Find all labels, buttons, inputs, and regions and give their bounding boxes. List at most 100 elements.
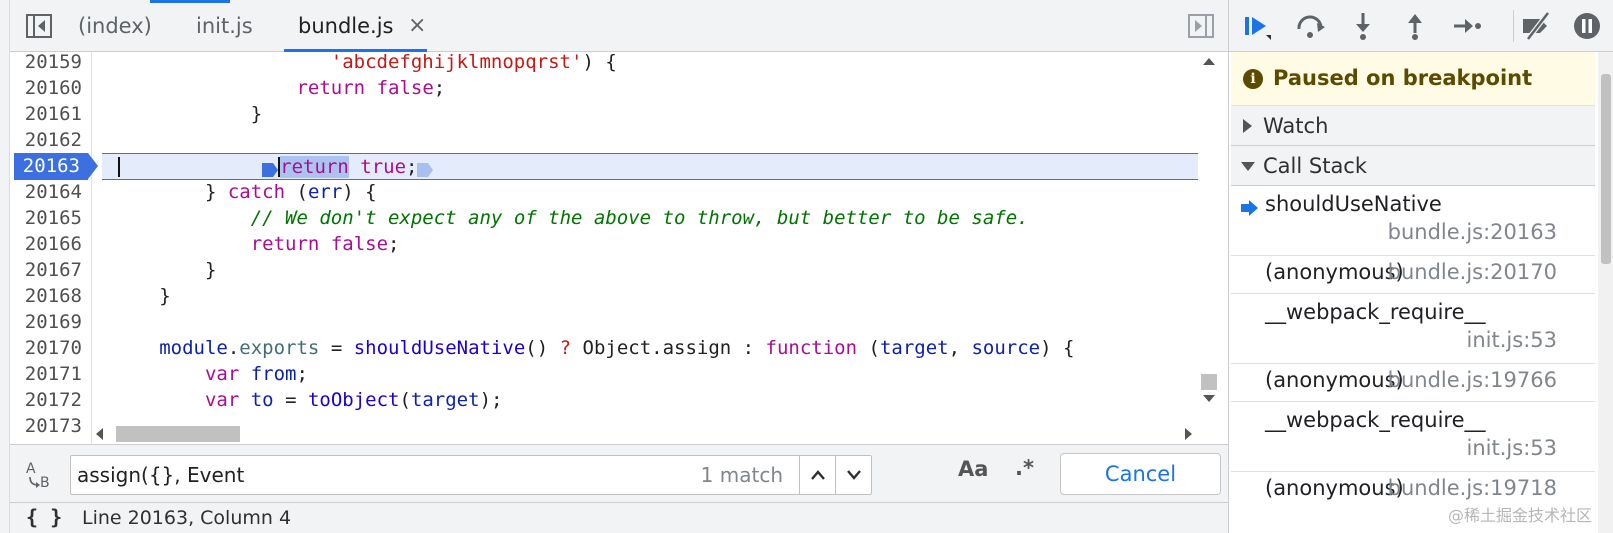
frame-function-name: (anonymous) <box>1265 368 1404 392</box>
chevron-up-icon <box>810 470 825 480</box>
scroll-up-arrow-icon[interactable] <box>1203 58 1215 65</box>
frame-location[interactable]: init.js:53 <box>1467 436 1557 460</box>
editor-horizontal-scrollbar[interactable] <box>92 424 1198 444</box>
line-number[interactable]: 20161 <box>10 101 90 128</box>
pretty-print-icon[interactable]: { } <box>26 505 62 529</box>
replace-toggle-icon[interactable]: A B <box>24 459 56 491</box>
code-text: } <box>159 285 171 307</box>
code-text: = <box>319 337 354 359</box>
code-line: } <box>102 283 1210 310</box>
line-number[interactable]: 20170 <box>10 335 90 362</box>
sidebar-scrollbar[interactable] <box>1598 52 1613 533</box>
editor-vertical-scrollbar[interactable] <box>1198 52 1220 416</box>
tab-init-js[interactable]: init.js <box>196 0 253 52</box>
call-stack-section-header[interactable]: Call Stack <box>1231 146 1595 186</box>
call-frame-current[interactable]: shouldUseNative bundle.js:20163 <box>1231 186 1595 256</box>
line-number[interactable]: 20167 <box>10 257 90 284</box>
code-line: } <box>102 257 1210 284</box>
toggle-navigator-icon[interactable] <box>24 12 54 40</box>
code-text: } <box>250 103 263 125</box>
scroll-left-arrow-icon[interactable] <box>96 428 103 440</box>
scroll-down-arrow-icon[interactable] <box>1203 395 1215 402</box>
match-count: 1 match <box>700 463 783 487</box>
code-text: , <box>948 337 972 359</box>
frame-location[interactable]: bundle.js:19718 <box>1388 476 1557 500</box>
line-number[interactable]: 20165 <box>10 205 90 232</box>
breakpoint-marker <box>88 153 98 179</box>
toggle-debugger-icon[interactable] <box>1186 12 1216 40</box>
code-line: 'abcdefghijklmnopqrst') { <box>102 52 1210 76</box>
code-text: ) { <box>342 181 377 203</box>
call-frame[interactable]: __webpack_require__ init.js:53 <box>1231 294 1595 364</box>
step-out-icon <box>1408 14 1422 40</box>
pause-on-exceptions-button[interactable] <box>1569 8 1605 44</box>
text-cursor <box>278 156 281 177</box>
code-editor[interactable]: 20159 20160 20161 20162 20163 20164 2016… <box>10 52 1228 444</box>
next-match-button[interactable] <box>835 456 871 494</box>
gutter-cursor <box>118 157 120 177</box>
horizontal-scroll-thumb[interactable] <box>116 426 240 442</box>
vertical-scroll-thumb[interactable] <box>1201 374 1217 390</box>
left-edge-strip <box>0 0 10 533</box>
frame-location[interactable]: bundle.js:20163 <box>1388 220 1557 244</box>
current-frame-arrow-icon <box>1241 200 1258 216</box>
deactivate-breakpoints-icon <box>1523 11 1550 41</box>
step-out-button[interactable] <box>1397 8 1433 44</box>
breakpoint-line-number[interactable]: 20163 <box>14 153 88 180</box>
frame-location[interactable]: bundle.js:20170 <box>1388 260 1557 284</box>
resume-button[interactable] <box>1239 8 1275 44</box>
call-frame[interactable]: (anonymous) bundle.js:19766 <box>1231 364 1595 402</box>
call-frame[interactable]: (anonymous) bundle.js:20170 <box>1231 256 1595 294</box>
code-function: shouldUseNative <box>353 337 526 359</box>
code-text: ) { <box>582 52 617 73</box>
step-into-button[interactable] <box>1345 8 1381 44</box>
scroll-right-arrow-icon[interactable] <box>1185 428 1192 440</box>
deactivate-breakpoints-button[interactable] <box>1519 8 1555 44</box>
line-number[interactable]: 20169 <box>10 309 90 336</box>
tab-bundle-js[interactable]: bundle.js <box>283 0 429 52</box>
code-keyword: return <box>250 233 320 255</box>
line-number[interactable]: 20162 <box>10 127 90 154</box>
search-input[interactable] <box>77 456 677 494</box>
code-variable: target <box>879 337 949 359</box>
step-over-button[interactable] <box>1293 8 1329 44</box>
inline-breakpoint-icon[interactable] <box>417 159 434 177</box>
step-button[interactable] <box>1449 8 1485 44</box>
match-case-toggle[interactable]: Aa <box>958 457 988 481</box>
line-number[interactable]: 20160 <box>10 75 90 102</box>
code-keyword: catch <box>227 181 286 203</box>
frame-location[interactable]: init.js:53 <box>1467 328 1557 352</box>
line-number[interactable]: 20171 <box>10 361 90 388</box>
regex-toggle[interactable]: .* <box>1015 456 1034 480</box>
line-number[interactable]: 20172 <box>10 387 90 414</box>
watch-section-header[interactable]: Watch <box>1231 106 1595 146</box>
code-text: } <box>204 181 217 203</box>
code-keyword: function <box>765 337 858 359</box>
frame-function-name: (anonymous) <box>1265 476 1404 500</box>
call-frame[interactable]: __webpack_require__ init.js:53 <box>1231 402 1595 472</box>
cancel-search-button[interactable]: Cancel <box>1060 453 1221 495</box>
code-line: var to = toObject(target); <box>102 387 1210 414</box>
previous-match-button[interactable] <box>799 456 835 494</box>
frame-location[interactable]: bundle.js:19766 <box>1388 368 1557 392</box>
sidebar-scroll-thumb[interactable] <box>1601 74 1611 264</box>
code-line: module.exports = shouldUseNative() ? Obj… <box>102 335 1210 362</box>
line-number[interactable]: 20173 <box>10 413 90 440</box>
search-bar: A B 1 match Aa .* Cancel <box>10 444 1228 502</box>
toolbar-separator <box>1513 10 1514 42</box>
code-keyword: return <box>296 77 366 99</box>
code-operator: ? <box>559 337 572 359</box>
code-variable: module <box>159 337 228 359</box>
tab-index[interactable]: (index) <box>78 0 152 52</box>
resume-icon <box>1245 17 1271 40</box>
line-number[interactable]: 20168 <box>10 283 90 310</box>
code-text: } <box>204 259 217 281</box>
line-number[interactable]: 20164 <box>10 179 90 206</box>
line-number-gutter[interactable]: 20159 20160 20161 20162 20163 20164 2016… <box>10 52 98 444</box>
inline-breakpoint-icon[interactable] <box>262 159 279 177</box>
line-number[interactable]: 20166 <box>10 231 90 258</box>
tab-close-icon[interactable]: × <box>408 0 426 52</box>
code-keyword: false <box>376 77 434 99</box>
line-number[interactable]: 20159 <box>10 52 90 76</box>
